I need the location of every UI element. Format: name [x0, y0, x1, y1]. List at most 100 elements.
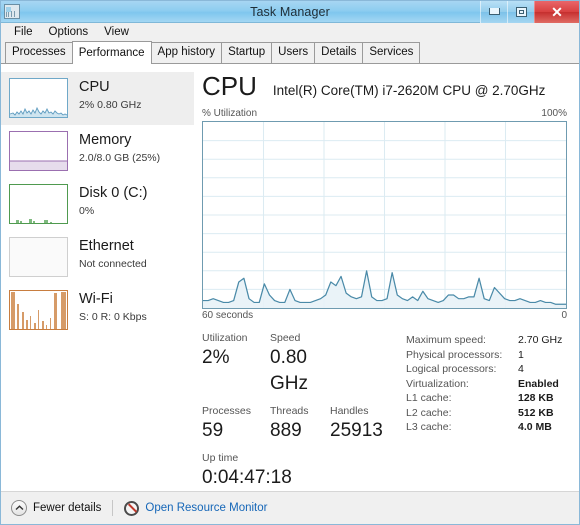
tab-services[interactable]: Services	[362, 42, 421, 63]
x-axis-end-label: 0	[561, 310, 567, 321]
tab-app-history[interactable]: App history	[150, 42, 223, 63]
cpu-chart-svg	[203, 122, 566, 308]
window-controls: ✕	[480, 1, 579, 23]
threads-label: Threads	[270, 405, 309, 417]
tab-users[interactable]: Users	[271, 42, 316, 63]
info-value-virtualization: Enabled	[518, 377, 559, 390]
tab-startup[interactable]: Startup	[221, 42, 273, 63]
sidebar-item-disk-text: Disk 0 (C:) 0%	[79, 184, 147, 219]
cpu-detail-panel: CPU Intel(R) Core(TM) i7-2620M CPU @ 2.7…	[194, 64, 579, 512]
sidebar-item-memory-detail: 2.0/8.0 GB (25%)	[79, 152, 161, 164]
content-area: CPU 2% 0.80 GHz Memory 2.0/8.0 GB (25%)	[1, 64, 579, 512]
sidebar-item-ethernet-detail: Not connected	[79, 258, 147, 270]
sidebar-item-cpu[interactable]: CPU 2% 0.80 GHz	[1, 72, 194, 125]
uptime-stat: Up time 0:04:47:18	[202, 451, 292, 491]
info-label-physical-processors: Physical processors:	[406, 348, 503, 361]
stats-row-2: Processes 59 Threads 889 Handles 25913	[202, 404, 398, 444]
fewer-details-button[interactable]: Fewer details	[11, 500, 101, 516]
info-value-l3-cache: 4.0 MB	[518, 421, 552, 433]
close-button[interactable]: ✕	[534, 1, 579, 23]
info-label-maximum-speed: Maximum speed:	[406, 334, 486, 346]
sidebar-item-cpu-text: CPU 2% 0.80 GHz	[79, 78, 141, 113]
sidebar-item-memory-title: Memory	[79, 132, 132, 148]
resource-sidebar: CPU 2% 0.80 GHz Memory 2.0/8.0 GB (25%)	[1, 64, 194, 512]
menu-item-options[interactable]: Options	[42, 24, 96, 41]
info-label-l3-cache: L3 cache:	[406, 421, 452, 433]
x-axis-start-label: 60 seconds	[202, 310, 254, 321]
tab-details[interactable]: Details	[314, 42, 364, 63]
y-axis-max-label: 100%	[541, 108, 567, 119]
stats-spacer-1	[202, 397, 398, 404]
sidebar-item-wifi[interactable]: Wi-Fi S: 0 R: 0 Kbps	[1, 284, 194, 337]
menu-bar: File Options View	[1, 23, 579, 42]
cpu-stats-left: Utilization 2% Speed 0.80 GHz Processes …	[202, 331, 398, 491]
stats-row-3: Up time 0:04:47:18	[202, 451, 398, 491]
speed-stat: Speed 0.80 GHz	[270, 331, 342, 397]
minimize-button[interactable]	[480, 1, 507, 23]
sidebar-item-wifi-detail: S: 0 R: 0 Kbps	[79, 311, 147, 323]
tab-processes[interactable]: Processes	[5, 42, 73, 63]
sidebar-item-ethernet-title: Ethernet	[79, 238, 134, 254]
info-value-l1-cache: 128 KB	[518, 392, 554, 404]
info-label-l1-cache: L1 cache:	[406, 392, 452, 404]
stats-spacer-2	[202, 444, 398, 451]
threads-value: 889	[270, 420, 302, 441]
handles-label: Handles	[330, 405, 369, 417]
ethernet-thumbnail-icon	[9, 237, 68, 277]
graph-bottom-axis: 60 seconds 0	[202, 310, 567, 321]
info-row-maximum-speed: Maximum speed: 2.70 GHz	[406, 333, 567, 348]
threads-stat: Threads 889	[270, 404, 330, 444]
title-bar: Task Manager ✕	[1, 1, 579, 23]
speed-value: 0.80 GHz	[270, 347, 308, 394]
minimize-icon	[488, 8, 500, 15]
menu-item-file[interactable]: File	[7, 24, 40, 41]
cpu-header: CPU Intel(R) Core(TM) i7-2620M CPU @ 2.7…	[202, 70, 567, 106]
sidebar-item-cpu-title: CPU	[79, 79, 110, 95]
sidebar-item-wifi-text: Wi-Fi S: 0 R: 0 Kbps	[79, 290, 147, 325]
info-value-logical-processors: 4	[518, 363, 524, 375]
disk-thumbnail-icon	[9, 184, 68, 224]
uptime-value: 0:04:47:18	[202, 467, 292, 488]
sidebar-item-disk[interactable]: Disk 0 (C:) 0%	[1, 178, 194, 231]
speed-label: Speed	[270, 332, 301, 344]
menu-item-view[interactable]: View	[97, 24, 136, 41]
maximize-icon	[515, 6, 527, 17]
stats-row-1: Utilization 2% Speed 0.80 GHz	[202, 331, 398, 397]
info-value-l2-cache: 512 KB	[518, 406, 554, 419]
info-row-virtualization: Virtualization: Enabled	[406, 377, 567, 392]
y-axis-label: % Utilization	[202, 108, 258, 119]
cpu-utilization-graph	[202, 121, 567, 309]
resource-monitor-icon	[124, 500, 140, 516]
info-value-maximum-speed: 2.70 GHz	[518, 334, 563, 346]
info-row-logical-processors: Logical processors: 4	[406, 362, 567, 377]
utilization-value: 2%	[202, 347, 230, 368]
memory-thumbnail-icon	[9, 131, 68, 171]
task-manager-window: Task Manager ✕ File Options View Process…	[0, 0, 580, 525]
sidebar-item-disk-title: Disk 0 (C:)	[79, 185, 148, 201]
sidebar-item-ethernet-text: Ethernet Not connected	[79, 237, 147, 272]
info-label-l2-cache: L2 cache:	[406, 406, 452, 419]
close-icon: ✕	[551, 3, 563, 20]
uptime-label: Up time	[202, 452, 239, 464]
cpu-model-label: Intel(R) Core(TM) i7-2620M CPU @ 2.70GHz	[272, 83, 546, 98]
utilization-stat: Utilization 2%	[202, 331, 270, 397]
info-label-virtualization: Virtualization:	[406, 377, 469, 390]
status-bar: Fewer details Open Resource Monitor	[1, 491, 579, 524]
tab-strip: Processes Performance App history Startu…	[1, 41, 579, 64]
open-resource-monitor-link[interactable]: Open Resource Monitor	[124, 500, 267, 516]
processes-stat: Processes 59	[202, 404, 270, 444]
cpu-thumbnail-icon	[9, 78, 68, 118]
maximize-button[interactable]	[507, 1, 534, 23]
info-value-physical-processors: 1	[518, 348, 524, 361]
sidebar-item-memory[interactable]: Memory 2.0/8.0 GB (25%)	[1, 125, 194, 178]
sidebar-item-cpu-detail: 2% 0.80 GHz	[79, 99, 142, 111]
info-row-l1-cache: L1 cache: 128 KB	[406, 391, 567, 406]
chevron-up-icon	[11, 500, 27, 516]
sidebar-item-ethernet[interactable]: Ethernet Not connected	[1, 231, 194, 284]
processes-label: Processes	[202, 405, 252, 417]
tab-performance[interactable]: Performance	[71, 41, 152, 64]
info-row-l2-cache: L2 cache: 512 KB	[406, 406, 567, 421]
fewer-details-label: Fewer details	[33, 502, 102, 514]
sidebar-item-disk-detail: 0%	[79, 205, 95, 217]
status-divider	[112, 500, 114, 516]
